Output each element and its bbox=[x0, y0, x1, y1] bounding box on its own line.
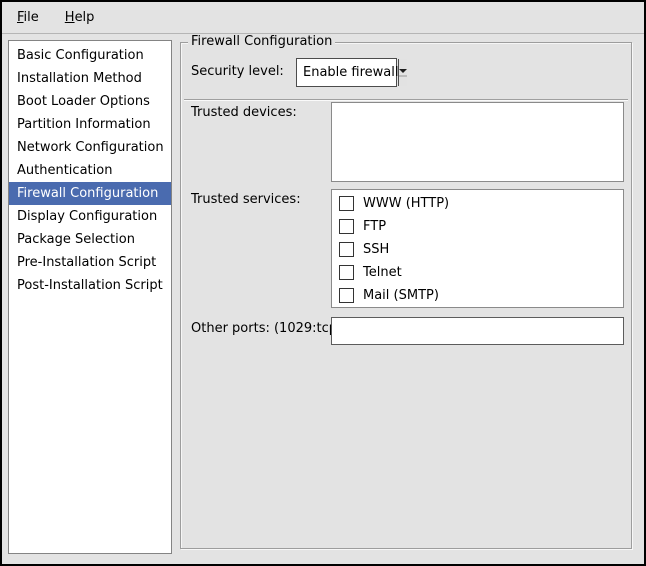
chevron-down-icon bbox=[399, 69, 407, 73]
horizontal-separator bbox=[184, 99, 628, 101]
other-ports-label: Other ports: (1029:tcp) bbox=[191, 321, 342, 336]
service-label: Telnet bbox=[363, 265, 402, 280]
trusted-devices-label: Trusted devices: bbox=[191, 105, 297, 120]
sidebar-item-package-selection[interactable]: Package Selection bbox=[9, 228, 171, 251]
service-label: Mail (SMTP) bbox=[363, 288, 439, 303]
menu-help[interactable]: Help bbox=[62, 8, 98, 27]
service-row-www-http: WWW (HTTP) bbox=[332, 192, 623, 215]
kickstart-configurator-window: File Help Basic Configuration Installati… bbox=[0, 0, 646, 566]
security-level-value: Enable firewall bbox=[297, 59, 398, 86]
trusted-services-list[interactable]: WWW (HTTP) FTP SSH Telnet Mail (SMTP) bbox=[331, 189, 624, 308]
sidebar-item-network-configuration[interactable]: Network Configuration bbox=[9, 136, 171, 159]
trusted-devices-list[interactable] bbox=[331, 102, 624, 182]
sidebar-item-pre-installation-script[interactable]: Pre-Installation Script bbox=[9, 251, 171, 274]
dropdown-button[interactable] bbox=[398, 59, 407, 86]
security-level-label: Security level: bbox=[191, 64, 284, 79]
sidebar-item-boot-loader-options[interactable]: Boot Loader Options bbox=[9, 90, 171, 113]
checkbox-www-http[interactable] bbox=[339, 196, 354, 211]
checkbox-telnet[interactable] bbox=[339, 265, 354, 280]
sidebar-item-post-installation-script[interactable]: Post-Installation Script bbox=[9, 274, 171, 297]
trusted-services-label: Trusted services: bbox=[191, 192, 301, 207]
menu-file[interactable]: File bbox=[14, 8, 42, 27]
menu-bar: File Help bbox=[2, 2, 644, 34]
service-row-telnet: Telnet bbox=[332, 261, 623, 284]
service-label: WWW (HTTP) bbox=[363, 196, 449, 211]
sidebar-item-authentication[interactable]: Authentication bbox=[9, 159, 171, 182]
security-level-combobox[interactable]: Enable firewall bbox=[296, 58, 397, 87]
service-row-ftp: FTP bbox=[332, 215, 623, 238]
sidebar-item-installation-method[interactable]: Installation Method bbox=[9, 67, 171, 90]
checkbox-ssh[interactable] bbox=[339, 242, 354, 257]
sidebar-item-partition-information[interactable]: Partition Information bbox=[9, 113, 171, 136]
sidebar-item-display-configuration[interactable]: Display Configuration bbox=[9, 205, 171, 228]
sidebar-item-firewall-configuration[interactable]: Firewall Configuration bbox=[9, 182, 171, 205]
section-list[interactable]: Basic Configuration Installation Method … bbox=[8, 40, 172, 554]
service-label: SSH bbox=[363, 242, 389, 257]
checkbox-ftp[interactable] bbox=[339, 219, 354, 234]
service-label: FTP bbox=[363, 219, 386, 234]
firewall-configuration-frame: Firewall Configuration Security level: E… bbox=[180, 42, 632, 549]
service-row-ssh: SSH bbox=[332, 238, 623, 261]
checkbox-mail-smtp[interactable] bbox=[339, 288, 354, 303]
sidebar-item-basic-configuration[interactable]: Basic Configuration bbox=[9, 44, 171, 67]
frame-title: Firewall Configuration bbox=[188, 34, 335, 49]
service-row-mail-smtp: Mail (SMTP) bbox=[332, 284, 623, 307]
chevron-shadow-icon bbox=[399, 75, 407, 77]
other-ports-input[interactable] bbox=[331, 317, 624, 345]
